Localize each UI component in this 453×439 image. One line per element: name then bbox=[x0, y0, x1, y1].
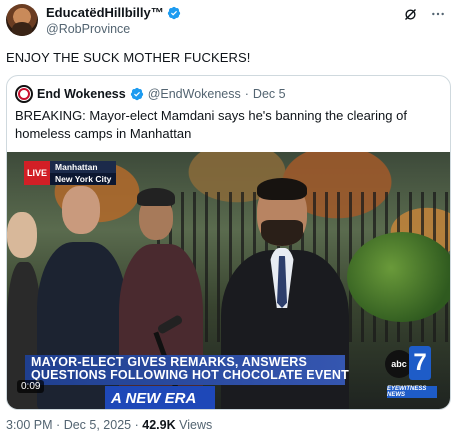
author-display-name[interactable]: EducatëdHillbilly™ bbox=[46, 5, 164, 20]
more-icon[interactable] bbox=[430, 6, 446, 22]
video-person-head bbox=[62, 186, 100, 234]
post-date[interactable]: Dec 5, 2025 bbox=[64, 418, 131, 432]
live-location-tag: LIVE Manhattan New York City bbox=[24, 161, 117, 185]
eyewitness-news-tag: EYEWITNESS NEWS bbox=[387, 386, 437, 398]
banner-text: A NEW ERA bbox=[105, 386, 215, 409]
video-speaker-hair bbox=[257, 178, 307, 200]
channel-number: 7 bbox=[409, 346, 431, 380]
meta-separator: · bbox=[56, 418, 61, 432]
quoted-date[interactable]: Dec 5 bbox=[253, 87, 286, 101]
verified-badge-icon bbox=[130, 87, 143, 101]
post-time[interactable]: 3:00 PM bbox=[6, 418, 53, 432]
location-line2: New York City bbox=[50, 173, 117, 185]
video-person-head bbox=[7, 212, 37, 258]
verified-badge-icon bbox=[167, 6, 180, 19]
views-count: 42.9K bbox=[142, 418, 176, 432]
grok-icon[interactable] bbox=[402, 6, 418, 22]
video-duration: 0:09 bbox=[17, 380, 45, 393]
abc7-logo: abc 7 bbox=[385, 346, 431, 384]
video-person-hat bbox=[137, 188, 175, 206]
video-bush bbox=[347, 232, 450, 322]
post-footer: 3:00 PM · Dec 5, 2025 · 42.9K Views bbox=[6, 418, 212, 432]
quoted-text: BREAKING: Mayor-elect Mamdani says he's … bbox=[15, 108, 407, 141]
quoted-handle[interactable]: @EndWokeness bbox=[148, 87, 241, 101]
news-headline: MAYOR-ELECT GIVES REMARKS, ANSWERS QUEST… bbox=[31, 355, 349, 382]
meta-separator: · bbox=[244, 87, 249, 101]
views-label: Views bbox=[179, 418, 213, 432]
header-actions bbox=[402, 6, 446, 22]
video-player[interactable]: LIVE Manhattan New York City MAYOR-ELECT… bbox=[7, 152, 450, 409]
post-header: EducatëdHillbilly™ @RobProvince bbox=[6, 4, 446, 40]
video-speaker-beard bbox=[261, 220, 303, 246]
quoted-avatar[interactable] bbox=[15, 85, 33, 103]
quoted-post-header: End Wokeness @EndWokeness · Dec 5 bbox=[15, 85, 286, 103]
author-handle[interactable]: @RobProvince bbox=[46, 22, 130, 36]
quoted-display-name[interactable]: End Wokeness bbox=[37, 87, 126, 101]
live-badge: LIVE bbox=[24, 161, 51, 185]
quoted-post[interactable]: End Wokeness @EndWokeness · Dec 5 BREAKI… bbox=[6, 75, 451, 410]
location-label: Manhattan New York City bbox=[50, 161, 117, 185]
author-name-row[interactable]: EducatëdHillbilly™ bbox=[46, 5, 181, 20]
avatar[interactable] bbox=[6, 4, 38, 36]
meta-separator: · bbox=[134, 418, 139, 432]
post-text: ENJOY THE SUCK MOTHER FUCKERS! bbox=[6, 50, 251, 65]
location-line1: Manhattan bbox=[50, 161, 117, 173]
